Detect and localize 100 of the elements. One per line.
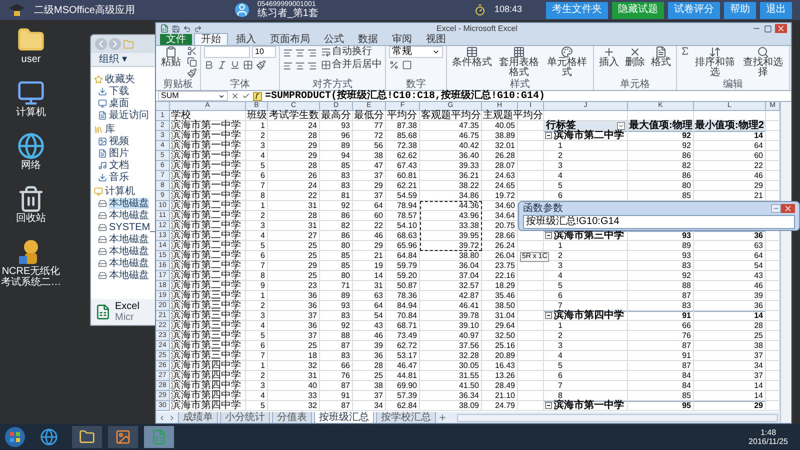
navigation-item[interactable]: 本地磁盘: [109, 258, 149, 268]
ribbon-tab[interactable]: 插入: [230, 34, 262, 45]
table-cell: 28.07: [494, 160, 515, 170]
pivot-row-label: 1: [558, 320, 562, 330]
app-title: 二级MSOffice高级应用: [34, 4, 135, 18]
navigation-item[interactable]: 本地磁盘: [109, 234, 149, 244]
table-cell: 63: [374, 290, 383, 300]
toolbar-button[interactable]: 隐藏试题: [612, 2, 664, 18]
ribbon-button[interactable]: 自动换行: [321, 46, 382, 58]
ribbon-button[interactable]: 删除: [623, 46, 647, 79]
table-cell: 62.84: [396, 400, 417, 410]
table-cell: 68.63: [396, 230, 417, 240]
number-format-dropdown[interactable]: 常规: [389, 46, 443, 58]
navigation-item[interactable]: 库: [105, 124, 115, 134]
file-name: Excel: [115, 301, 140, 312]
table-cell: 8: [260, 190, 265, 200]
table-cell: 43.96: [458, 210, 479, 220]
pivot-value: 25: [754, 330, 763, 340]
navigation-item[interactable]: 图片: [109, 148, 129, 158]
pivot-row-label: 6: [558, 190, 562, 200]
table-cell: 76: [341, 370, 350, 380]
name-box[interactable]: SUM: [158, 91, 228, 101]
table-cell: 29: [308, 260, 317, 270]
table-cell: 24.65: [494, 180, 515, 190]
formula-text[interactable]: =SUMPRODUCT(按班级汇总!C10:C18,按班级汇总!G10:G14): [265, 90, 546, 102]
ribbon-tab[interactable]: 视图: [420, 34, 452, 45]
ribbon-tab[interactable]: 审阅: [386, 34, 418, 45]
table-cell: 2: [260, 300, 265, 310]
ribbon-button[interactable]: 排序和筛选: [692, 46, 738, 79]
file-tab[interactable]: 文件: [160, 34, 192, 45]
table-cell: 72.38: [396, 140, 417, 150]
table-cell: 滨海市第四中学: [171, 390, 241, 400]
table-cell: 85: [341, 160, 350, 170]
ribbon-button[interactable]: 单元格样式: [544, 46, 590, 79]
ribbon-button[interactable]: 插入: [597, 46, 621, 79]
sheet-tab[interactable]: 成绩单: [178, 412, 218, 423]
ribbon-tab[interactable]: 页面布局: [264, 34, 316, 45]
table-cell: 39.72: [458, 240, 479, 250]
table-cell: 40.05: [494, 120, 515, 130]
sheet-tab[interactable]: 分值表: [272, 412, 312, 423]
candidate-name: 练习者_第1套: [257, 9, 318, 19]
navigation-item[interactable]: 计算机: [105, 186, 135, 196]
pivot-value: 14: [754, 130, 763, 140]
navigation-item[interactable]: 收藏夹: [105, 74, 135, 84]
ribbon-tab[interactable]: 开始: [194, 33, 228, 45]
navigation-item[interactable]: 桌面: [109, 98, 129, 108]
navigation-item[interactable]: 音乐: [109, 172, 129, 182]
pivot-value: 14: [754, 390, 763, 400]
table-cell: 滨海市第二中学: [171, 240, 241, 250]
pivot-value: 28: [754, 320, 763, 330]
navigation-item[interactable]: 本地磁盘: [109, 270, 149, 280]
ribbon-button[interactable]: 条件格式: [450, 46, 494, 79]
ribbon-button[interactable]: 查找和选择: [740, 46, 786, 79]
table-cell: 33.38: [458, 220, 479, 230]
table-cell: 19.72: [494, 190, 515, 200]
navigation-item[interactable]: SYSTEM_: [109, 222, 156, 232]
navigation-item[interactable]: 本地磁盘: [109, 210, 149, 220]
table-cell: 36.34: [458, 390, 479, 400]
dialog-title: 函数参数: [523, 203, 564, 214]
sheet-tab[interactable]: 小分统计: [220, 412, 270, 423]
table-cell: 4: [260, 390, 265, 400]
table-cell: 92: [341, 200, 350, 210]
table-cell: 31.55: [458, 370, 479, 380]
navigation-item[interactable]: 本地磁盘: [109, 198, 149, 208]
table-cell: 9: [260, 280, 265, 290]
navigation-item[interactable]: 文档: [109, 160, 129, 170]
pivot-value: 83: [682, 260, 691, 270]
navigation-item[interactable]: 最近访问: [109, 110, 149, 120]
table-cell: 37: [308, 330, 317, 340]
table-cell: 85: [341, 260, 350, 270]
ribbon-tab[interactable]: 数据: [352, 34, 384, 45]
navigation-item[interactable]: 视频: [109, 136, 129, 146]
table-cell: 滨海市第三中学: [171, 350, 241, 360]
table-cell: 64.84: [396, 250, 417, 260]
table-cell: 32.57: [458, 280, 479, 290]
table-cell: 62.62: [396, 150, 417, 160]
ribbon-button[interactable]: 套用表格格式: [496, 46, 542, 79]
ribbon-button[interactable]: 合并后居中: [321, 59, 382, 71]
table-cell: 滨海市第一中学: [171, 170, 241, 180]
table-cell: 44.36: [458, 200, 479, 210]
table-cell: 47: [374, 160, 383, 170]
pivot-value: 14: [754, 380, 763, 390]
sheet-tab[interactable]: 按学校汇总: [376, 412, 436, 423]
navigation-item[interactable]: 下载: [109, 86, 129, 96]
table-cell: 78.57: [396, 210, 417, 220]
font-size-field[interactable]: 10: [252, 46, 276, 58]
reference-input[interactable]: 按班级汇总!G10:G14: [523, 215, 795, 229]
ribbon-tab[interactable]: 公式: [318, 34, 350, 45]
table-cell: 86: [341, 230, 350, 240]
table-cell: 34.86: [458, 190, 479, 200]
table-cell: 46: [374, 330, 383, 340]
table-cell: 28.66: [494, 230, 515, 240]
table-cell: 24.79: [494, 400, 515, 410]
navigation-item[interactable]: 本地磁盘: [109, 246, 149, 256]
sheet-tab[interactable]: 按班级汇总: [314, 412, 374, 423]
pivot-value: 95: [682, 400, 691, 410]
pivot-value: 14: [754, 310, 763, 320]
ribbon-button[interactable]: 格式: [649, 46, 673, 79]
ribbon-button[interactable]: 粘贴: [159, 46, 183, 79]
table-cell: 3: [260, 380, 265, 390]
